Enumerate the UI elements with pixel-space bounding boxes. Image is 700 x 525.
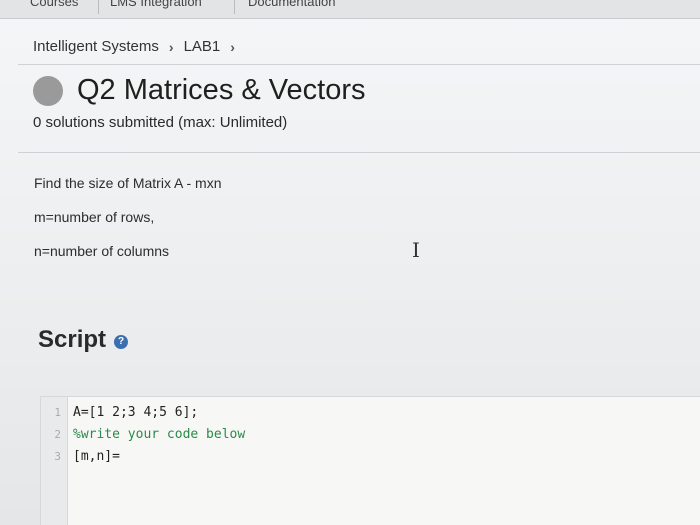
problem-header: Q2 Matrices & Vectors bbox=[33, 74, 366, 107]
script-title: Script bbox=[38, 326, 107, 353]
code-line[interactable]: 2 %write your code below bbox=[41, 427, 245, 445]
page-title: Q2 Matrices & Vectors bbox=[77, 74, 366, 106]
code-line[interactable]: 3 [m,n]= bbox=[41, 449, 120, 467]
code-editor[interactable]: 1 A=[1 2;3 4;5 6]; 2 %write your code belo… bbox=[40, 396, 700, 525]
code-text[interactable]: A=[1 2;3 4;5 6]; bbox=[73, 405, 198, 420]
help-icon[interactable]: ? bbox=[114, 335, 129, 349]
nav-divider bbox=[234, 0, 235, 14]
code-text[interactable]: [m,n]= bbox=[73, 449, 120, 464]
script-header: Script ? bbox=[38, 326, 129, 354]
code-line[interactable]: 1 A=[1 2;3 4;5 6]; bbox=[41, 405, 198, 423]
nav-divider bbox=[98, 0, 99, 14]
header-divider bbox=[18, 152, 700, 153]
nav-lms-integration[interactable]: LMS Integration bbox=[110, 0, 202, 9]
submission-count: 0 solutions submitted (max: Unlimited) bbox=[33, 114, 288, 131]
line-number: 1 bbox=[54, 406, 61, 419]
line-number: 2 bbox=[54, 428, 61, 441]
description-line: m=number of rows, bbox=[34, 209, 155, 225]
code-comment[interactable]: %write your code below bbox=[73, 427, 245, 442]
page: Courses LMS Integration Documentation In… bbox=[0, 0, 700, 525]
description-line: n=number of columns bbox=[34, 243, 170, 259]
nav-courses[interactable]: Courses bbox=[30, 0, 78, 9]
breadcrumb-lab[interactable]: LAB1 bbox=[184, 38, 221, 55]
nav-documentation[interactable]: Documentation bbox=[248, 0, 335, 9]
breadcrumb-course[interactable]: Intelligent Systems bbox=[33, 38, 159, 55]
description-line: Find the size of Matrix A - mxn bbox=[34, 175, 222, 191]
text-cursor-icon: I bbox=[412, 238, 420, 262]
line-number: 3 bbox=[54, 450, 61, 463]
breadcrumb: Intelligent Systems › LAB1 › bbox=[33, 38, 235, 55]
status-dot-icon bbox=[33, 75, 63, 106]
top-nav-bar: Courses LMS Integration Documentation bbox=[0, 0, 700, 19]
breadcrumb-divider bbox=[18, 64, 700, 65]
chevron-right-icon: › bbox=[230, 38, 235, 55]
chevron-right-icon: › bbox=[168, 38, 174, 55]
